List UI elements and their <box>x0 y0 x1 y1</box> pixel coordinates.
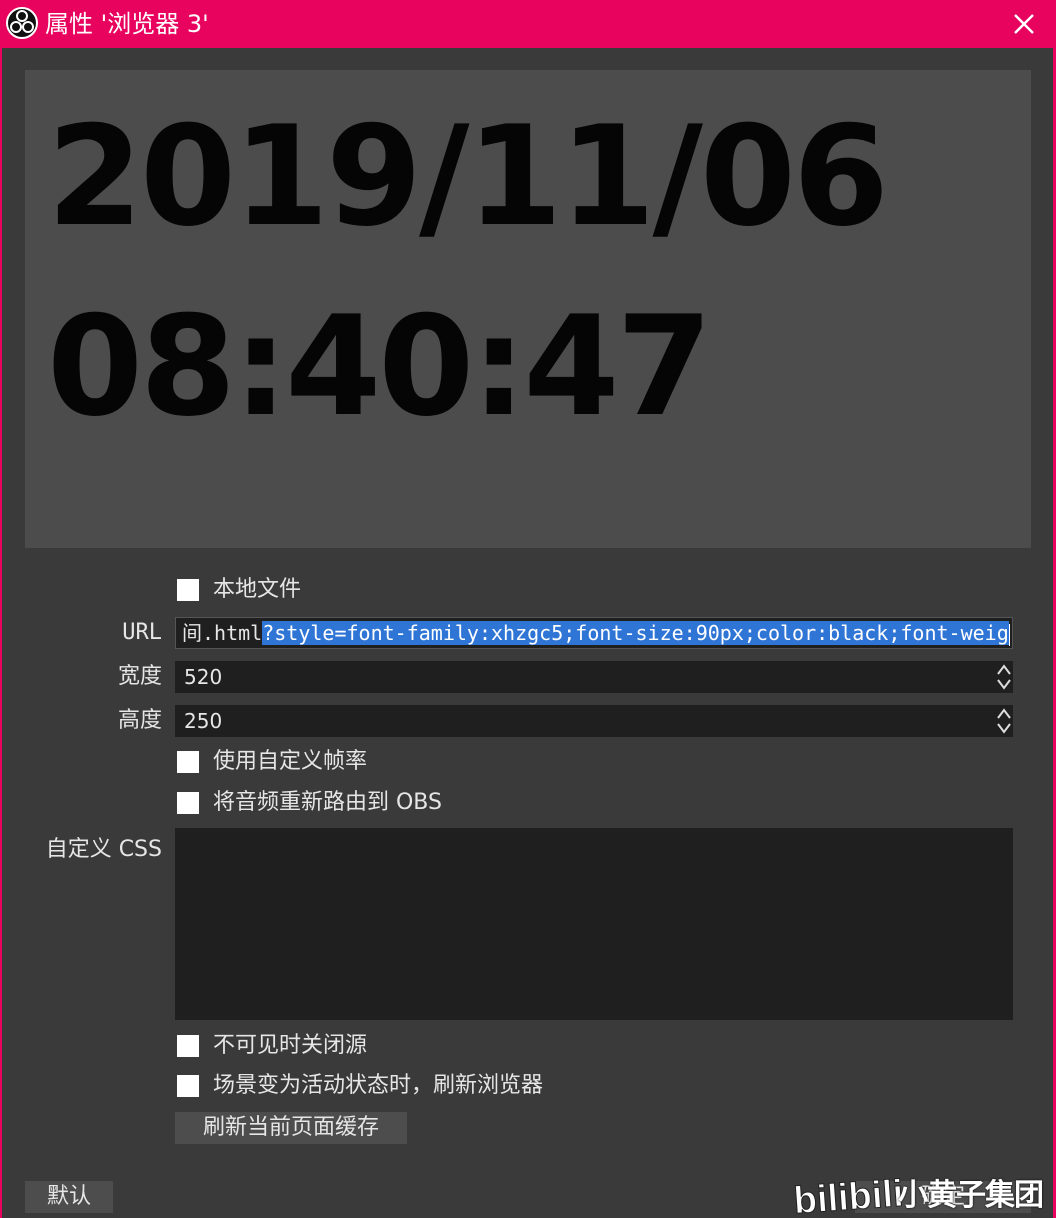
url-label: URL <box>122 620 162 645</box>
watermark-text: 小黄子集团 <box>898 1178 1044 1213</box>
refresh-cache-button[interactable]: 刷新当前页面缓存 <box>175 1112 407 1144</box>
default-button[interactable]: 默认 <box>25 1181 113 1213</box>
custom-css-textarea[interactable] <box>175 828 1013 1020</box>
spinner-arrows-icon[interactable] <box>995 705 1013 737</box>
preview-time: 08:40:47 <box>47 286 712 447</box>
window-title: 属性 '浏览器 3' <box>45 10 209 38</box>
custom-css-label: 自定义 CSS <box>45 837 162 862</box>
title-bar[interactable]: 属性 '浏览器 3' <box>0 0 1056 48</box>
custom-fps-label: 使用自定义帧率 <box>213 749 368 774</box>
width-label: 宽度 <box>117 664 162 689</box>
url-input[interactable]: 间.html?style=font-family:xhzgc5;font-siz… <box>175 617 1013 649</box>
width-value: 520 <box>184 665 223 689</box>
height-label: 高度 <box>117 708 162 733</box>
preview-date: 2019/11/06 <box>47 96 889 257</box>
height-spinbox[interactable]: 250 <box>175 705 1013 737</box>
custom-fps-checkbox[interactable] <box>177 751 199 773</box>
browser-preview: 2019/11/06 08:40:47 <box>25 70 1031 548</box>
reroute-audio-checkbox[interactable] <box>177 792 199 814</box>
width-spinbox[interactable]: 520 <box>175 661 1013 693</box>
local-file-checkbox[interactable] <box>177 579 199 601</box>
reroute-audio-label: 将音频重新路由到 OBS <box>213 790 442 815</box>
refresh-active-checkbox[interactable] <box>177 1075 199 1097</box>
height-value: 250 <box>184 709 223 733</box>
shutdown-invisible-checkbox[interactable] <box>177 1035 199 1057</box>
svg-text:bilibili: bilibili <box>792 1173 904 1218</box>
local-file-label: 本地文件 <box>213 577 302 602</box>
spinner-arrows-icon[interactable] <box>995 661 1013 693</box>
url-value-prefix: 间.html <box>182 621 263 645</box>
close-icon[interactable] <box>1006 6 1042 42</box>
refresh-active-label: 场景变为活动状态时，刷新浏览器 <box>213 1073 544 1098</box>
url-value-selected: ?style=font-family:xhzgc5;font-size:90px… <box>262 621 1009 645</box>
shutdown-invisible-label: 不可见时关闭源 <box>213 1033 368 1058</box>
url-value: 间.html?style=font-family:xhzgc5;font-siz… <box>182 618 1010 648</box>
obs-logo-icon <box>6 7 38 39</box>
text-caret <box>1008 623 1010 646</box>
